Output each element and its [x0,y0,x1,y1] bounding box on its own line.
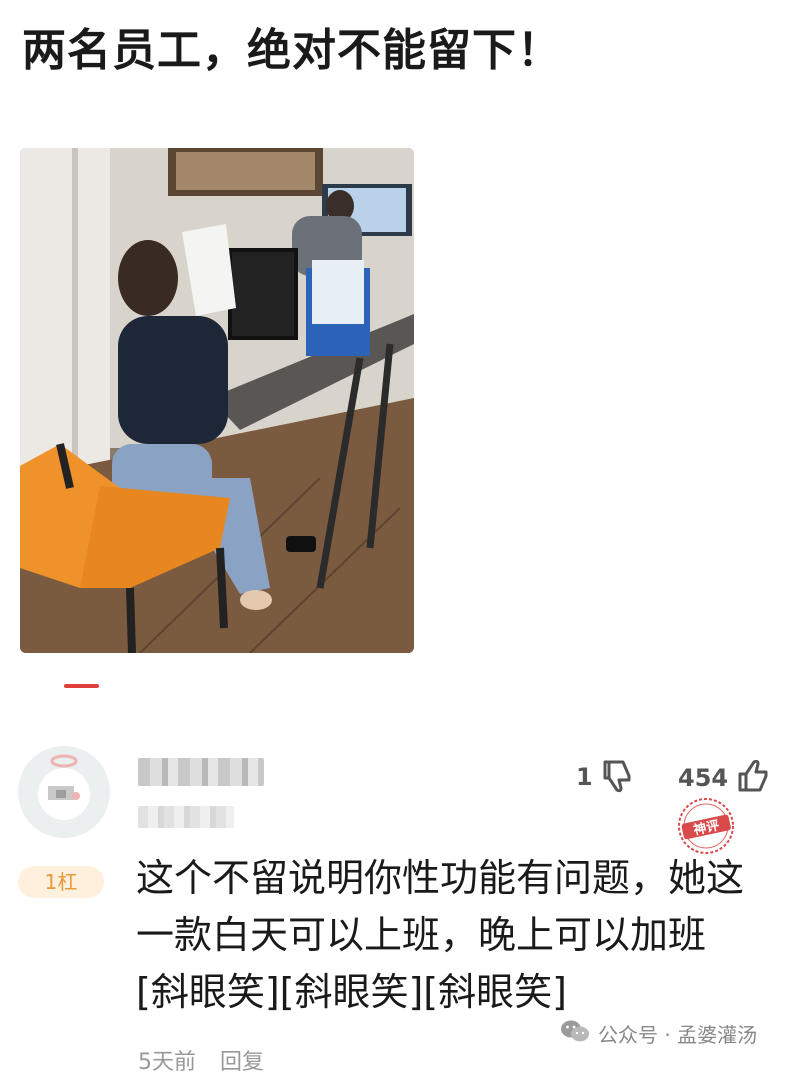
wechat-icon [560,1018,590,1049]
comment-text: 这个不留说明你性功能有问题，她这一款白天可以上班，晚上可以加班[斜眼笑][斜眼笑… [136,856,745,1014]
post-title: 两名员工，绝对不能留下！ [22,25,562,76]
thumbs-up-icon [734,756,774,800]
post-photo[interactable] [20,148,414,653]
dislike-count: 1 [576,763,593,791]
username-blurred[interactable] [138,758,264,786]
like-button[interactable]: 454 [678,756,774,800]
watermark-text: 公众号 · 孟婆灌汤 [598,1023,758,1047]
carousel-indicator [64,684,99,688]
comment-meta-blurred [138,806,234,828]
floor-rank-badge: 1杠 [18,866,104,898]
dislike-button[interactable]: 1 [576,756,637,798]
comment-time: 5天前 [138,1050,196,1075]
like-count: 454 [678,764,729,792]
comment-footer: 5天前 回复 [138,1044,264,1076]
watermark: 公众号 · 孟婆灌汤 [560,1018,757,1049]
reply-button[interactable]: 回复 [220,1044,264,1076]
avatar[interactable] [18,746,110,838]
top-comment-award-badge: 神评 [676,796,736,856]
thumbs-down-icon [599,756,637,798]
